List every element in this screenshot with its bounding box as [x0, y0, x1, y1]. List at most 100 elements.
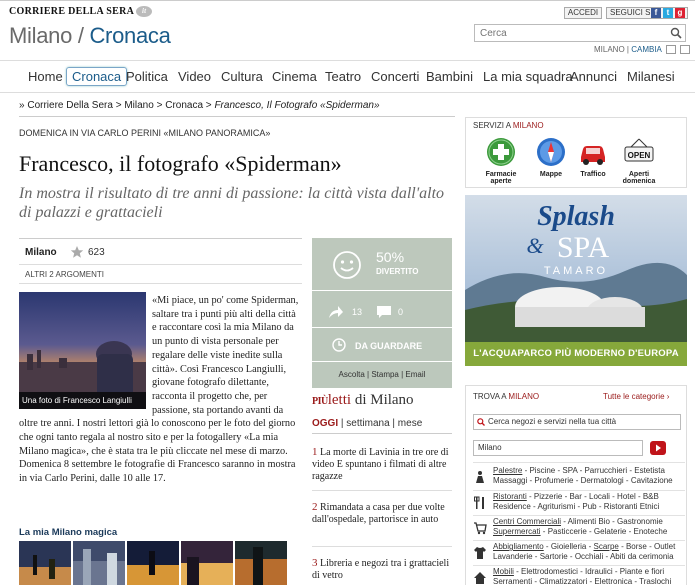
category-link[interactable]: Scarpe — [594, 542, 619, 551]
comment-count: 0 — [398, 307, 404, 317]
gallery-thumbnail[interactable] — [127, 541, 179, 585]
local-search-go-button[interactable] — [650, 441, 666, 455]
share-icon[interactable] — [328, 305, 344, 319]
nav-politica[interactable]: Politica — [126, 69, 168, 84]
nav-cronaca[interactable]: Cronaca — [66, 67, 128, 86]
star-count: 623 — [88, 247, 105, 258]
category-link[interactable]: Palestre — [493, 466, 522, 475]
divider — [473, 462, 685, 463]
listen-link[interactable]: Ascolta — [339, 370, 365, 379]
nav-annunci[interactable]: Annunci — [570, 69, 617, 84]
article-subtitle: In mostra il risultato di tre anni di pa… — [19, 185, 445, 221]
category-link[interactable]: Centri Commerciali — [493, 517, 561, 526]
open-sign-icon: OPEN — [624, 138, 654, 162]
sentiment-percent: 50% — [376, 249, 405, 265]
cart-icon — [474, 522, 487, 535]
most-read-item[interactable]: 3 Libreria e negozi tra i grattacieli di… — [312, 557, 452, 582]
play-icon — [656, 444, 661, 452]
most-read-tabs: OGGI | settimana | mese — [312, 418, 423, 429]
related-topics-link[interactable]: ALTRI 2 ARGOMENTI — [25, 270, 104, 279]
logo-badge: it — [136, 6, 153, 18]
gallery-thumbnail[interactable] — [235, 541, 287, 585]
compass-icon — [537, 138, 565, 166]
nav-la-mia-squadra[interactable]: La mia squadra — [483, 69, 573, 84]
nav-concerti[interactable]: Concerti — [371, 69, 419, 84]
comment-icon[interactable] — [376, 305, 392, 319]
nav-milanesi[interactable]: Milanesi — [627, 69, 675, 84]
gallery-thumbnail[interactable] — [19, 541, 71, 585]
breadcrumb: » Corriere Della Sera > Milano > Cronaca… — [19, 100, 380, 111]
nav-cultura[interactable]: Cultura — [221, 69, 263, 84]
google-plus-icon[interactable]: g — [675, 8, 685, 18]
category-food: Ristoranti - Pizzerie - Bar - Locali - H… — [473, 492, 685, 514]
house-icon — [474, 572, 486, 584]
gallery-thumbnail[interactable] — [181, 541, 233, 585]
category-link[interactable]: Mobili — [493, 567, 514, 576]
change-city-link[interactable]: CAMBIA — [631, 45, 662, 54]
nav-teatro[interactable]: Teatro — [325, 69, 361, 84]
breadcrumb-current: Francesco, Il Fotografo «Spiderman» — [214, 100, 380, 111]
service-open-sunday[interactable]: OPEN Aperti domenica — [614, 137, 664, 185]
category-link[interactable]: Supermercati — [493, 527, 541, 536]
breadcrumb-corriere[interactable]: Corriere Della Sera — [27, 100, 113, 111]
divider — [312, 433, 452, 434]
person-icon — [476, 471, 484, 483]
window-icon[interactable] — [665, 45, 676, 55]
nav-home[interactable]: Home — [28, 69, 63, 84]
search-icon[interactable] — [670, 27, 682, 39]
share-count: 13 — [352, 307, 363, 317]
login-button[interactable]: ACCEDI — [564, 7, 602, 19]
local-search-input[interactable]: Cerca negozi e servizi nella tua città — [473, 414, 681, 430]
divider — [19, 264, 302, 265]
nav-cinema[interactable]: Cinema — [272, 69, 317, 84]
window-icon[interactable] — [679, 45, 690, 55]
print-link[interactable]: Stampa — [371, 370, 399, 379]
page-section-title: Milano / Cronaca — [9, 23, 171, 48]
section-title[interactable]: Cronaca — [89, 23, 170, 48]
article-city-tag[interactable]: Milano — [25, 247, 57, 258]
search-input[interactable] — [475, 25, 665, 41]
all-categories-link[interactable]: Tutte le categorie › — [603, 392, 669, 401]
tab-oggi[interactable]: OGGI — [312, 418, 338, 429]
facebook-icon[interactable]: f — [651, 8, 661, 18]
most-read-item[interactable]: 1 La morte di Lavinia in tre ore di vide… — [312, 446, 452, 483]
divider — [473, 565, 685, 566]
email-link[interactable]: Email — [405, 370, 425, 379]
city-title[interactable]: Milano — [9, 23, 72, 48]
main-nav: Home Cronaca Politica Video Cultura Cine… — [0, 60, 695, 93]
gallery-thumbnail[interactable] — [73, 541, 125, 585]
car-icon — [581, 146, 605, 165]
breadcrumb-cronaca[interactable]: Cronaca — [165, 100, 203, 111]
services-title: SERVIZI A MILANO — [473, 121, 544, 130]
most-read-title: PIÙletti di Milano — [312, 392, 414, 408]
gallery-title[interactable]: La mia Milano magica — [19, 527, 117, 538]
service-traffic[interactable]: Traffico — [568, 137, 618, 178]
divider — [19, 238, 302, 239]
category-wellness: Palestre - Piscine - SPA - Parrucchieri … — [473, 466, 685, 488]
tab-settimana[interactable]: settimana — [346, 418, 389, 429]
watch-later-label[interactable]: DA GUARDARE — [355, 341, 422, 351]
service-pharmacies[interactable]: Farmacie aperte — [476, 137, 526, 185]
category-link[interactable]: Ristoranti — [493, 492, 527, 501]
corriere-logo[interactable]: CORRIERE DELLA SERA it — [9, 6, 153, 18]
cutlery-icon — [474, 496, 484, 509]
advertisement[interactable]: Splash & SPA TAMARO — [465, 195, 687, 366]
star-icon[interactable] — [70, 245, 84, 259]
category-link[interactable]: Abbigliamento — [493, 542, 544, 551]
smiley-icon[interactable] — [332, 250, 362, 280]
clock-icon — [332, 338, 346, 352]
twitter-icon[interactable]: t — [663, 8, 673, 18]
most-read-item[interactable]: 2 Rimandata a casa per due volte dall'os… — [312, 501, 452, 526]
follow-us: SEGUICI SU f t g — [606, 7, 688, 19]
search-icon — [477, 418, 485, 426]
divider — [312, 546, 452, 547]
nav-video[interactable]: Video — [178, 69, 211, 84]
local-city-input[interactable]: Milano — [473, 440, 643, 456]
article-actions: Ascolta | Stampa | Email — [338, 370, 426, 379]
sentiment-label: DIVERTITO — [376, 267, 419, 276]
nav-bambini[interactable]: Bambini — [426, 69, 473, 84]
ad-tagline[interactable]: L'ACQUAPARCO PIÙ MODERNO D'EUROPA — [465, 342, 687, 366]
tab-mese[interactable]: mese — [398, 418, 422, 429]
breadcrumb-milano[interactable]: Milano — [124, 100, 153, 111]
divider — [473, 515, 685, 516]
